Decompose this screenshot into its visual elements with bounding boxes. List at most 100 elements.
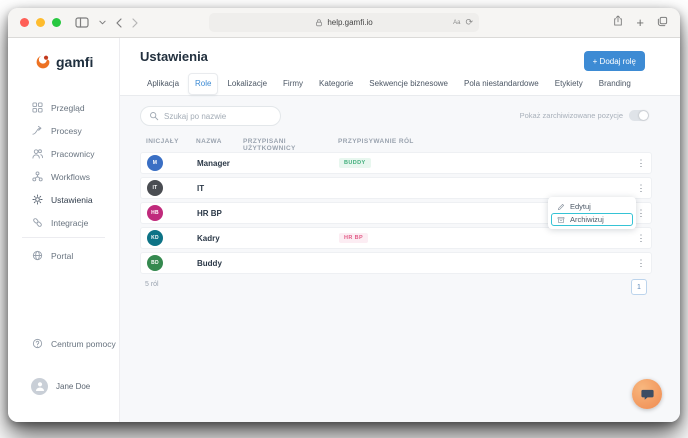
people-icon: [32, 149, 43, 159]
sidebar-item-label: Procesy: [51, 125, 82, 136]
column-actions: [628, 138, 652, 152]
tab-lokalizacje[interactable]: Lokalizacje: [220, 73, 274, 95]
grid-icon: [32, 102, 43, 113]
tab-firmy[interactable]: Firmy: [276, 73, 310, 95]
main-content: Ustawienia + Dodaj rolę Aplikacja Role L…: [120, 38, 680, 422]
sidebar: gamfi Przegląd Procesy Pracownicy Workfl…: [8, 38, 120, 422]
zoom-window-button[interactable]: [52, 18, 61, 27]
column-przypisywanie-rol: PRZYPISYWANIE RÓL: [338, 138, 414, 145]
role-avatar: M: [147, 155, 163, 171]
role-badge: BUDDY: [339, 158, 371, 168]
workflow-icon: [32, 171, 43, 182]
tab-kategorie[interactable]: Kategorie: [312, 73, 360, 95]
role-avatar: BD: [147, 255, 163, 271]
tabs-overview-icon[interactable]: [657, 14, 668, 32]
tab-sekwencje-biznesowe[interactable]: Sekwencje biznesowe: [362, 73, 455, 95]
sidebar-item-centrum-pomocy[interactable]: Centrum pomocy: [8, 332, 119, 355]
sidebar-item-pracownicy[interactable]: Pracownicy: [8, 142, 119, 165]
address-bar[interactable]: help.gamfi.io Aa ⟳: [209, 13, 479, 32]
flow-icon: [32, 125, 42, 135]
share-icon[interactable]: [613, 14, 623, 32]
sidebar-item-przeglad[interactable]: Przegląd: [8, 96, 119, 119]
archive-icon: [557, 216, 565, 223]
menu-item-label: Archiwizuj: [570, 215, 604, 224]
table-header: INICJAŁY NAZWA PRZYPISANI UŻYTKOWNICY PR…: [140, 138, 652, 152]
sidebar-item-label: Integracje: [51, 217, 89, 228]
forward-button[interactable]: [132, 17, 138, 28]
row-context-menu: Edytuj Archiwizuj: [548, 197, 636, 229]
search-box: [140, 106, 281, 126]
role-name: Kadry: [197, 233, 220, 243]
browser-window: help.gamfi.io Aa ⟳ + gamfi Przegląd Proc…: [8, 8, 680, 422]
sidebar-item-portal[interactable]: Portal: [8, 244, 119, 267]
person-icon: [35, 382, 44, 391]
sidebar-item-ustawienia[interactable]: Ustawienia: [8, 188, 119, 211]
url-text: help.gamfi.io: [327, 18, 373, 27]
reload-icon[interactable]: ⟳: [465, 17, 473, 28]
browser-toolbar: help.gamfi.io Aa ⟳ +: [8, 8, 680, 38]
help-icon: [32, 338, 43, 349]
chat-widget-button[interactable]: [632, 379, 662, 409]
add-role-button[interactable]: + Dodaj rolę: [583, 51, 645, 71]
translate-icon[interactable]: Aa: [453, 20, 460, 26]
gamfi-logo: gamfi: [35, 54, 93, 70]
sidebar-toggle-icon[interactable]: [75, 17, 89, 28]
column-nazwa: NAZWA: [196, 138, 222, 145]
search-input[interactable]: [164, 111, 272, 121]
sidebar-item-workflows[interactable]: Workflows: [8, 165, 119, 188]
tab-aplikacja[interactable]: Aplikacja: [140, 73, 186, 95]
role-avatar: IT: [147, 180, 163, 196]
app-frame: gamfi Przegląd Procesy Pracownicy Workfl…: [8, 38, 680, 422]
minimize-window-button[interactable]: [36, 18, 45, 27]
user-profile[interactable]: Jane Doe: [8, 374, 119, 398]
role-name: IT: [197, 183, 205, 193]
settings-tabs: Aplikacja Role Lokalizacje Firmy Kategor…: [140, 73, 638, 95]
row-menu-icon[interactable]: ⋮: [629, 233, 653, 243]
menu-item-archiwizuj[interactable]: Archiwizuj: [551, 213, 633, 226]
sidebar-item-label: Pracownicy: [51, 148, 95, 159]
row-menu-icon[interactable]: ⋮: [629, 158, 653, 168]
sidebar-item-label: Centrum pomocy: [51, 338, 116, 349]
toggle-knob: [639, 111, 648, 120]
role-name: Manager: [197, 158, 230, 168]
chevron-down-icon[interactable]: [99, 20, 106, 25]
role-avatar: HB: [147, 205, 163, 221]
table-row: IT IT ⋮: [140, 177, 652, 199]
logo-wordmark: gamfi: [56, 54, 94, 70]
tab-pola-niestandardowe[interactable]: Pola niestandardowe: [457, 73, 546, 95]
lock-icon: [316, 18, 323, 26]
menu-item-edytuj[interactable]: Edytuj: [551, 200, 633, 213]
table-row: M Manager BUDDY ⋮: [140, 152, 652, 174]
tab-etykiety[interactable]: Etykiety: [548, 73, 590, 95]
search-icon: [150, 112, 159, 121]
window-controls: [20, 18, 61, 27]
sidebar-item-procesy[interactable]: Procesy: [8, 119, 119, 142]
archived-filter: Pokaż zarchiwizowane pozycje: [520, 110, 649, 121]
table-row: KD Kadry HR BP ⋮: [140, 227, 652, 249]
pencil-icon: [558, 203, 564, 210]
archived-toggle[interactable]: [629, 110, 649, 121]
page-header: Ustawienia + Dodaj rolę Aplikacja Role L…: [120, 38, 680, 96]
table-row: BD Buddy ⋮: [140, 252, 652, 274]
role-name: Buddy: [197, 258, 222, 268]
back-button[interactable]: [116, 17, 122, 28]
close-window-button[interactable]: [20, 18, 29, 27]
link-icon: [33, 218, 42, 227]
sidebar-item-label: Ustawienia: [51, 194, 93, 205]
sidebar-item-integracje[interactable]: Integracje: [8, 211, 119, 234]
pagination-page-1[interactable]: 1: [631, 279, 647, 295]
menu-item-label: Edytuj: [570, 202, 591, 211]
sidebar-item-label: Przegląd: [51, 102, 85, 113]
tab-role[interactable]: Role: [188, 73, 219, 95]
tab-branding[interactable]: Branding: [592, 73, 638, 95]
row-menu-icon[interactable]: ⋮: [629, 183, 653, 193]
sidebar-item-label: Workflows: [51, 171, 91, 182]
new-tab-icon[interactable]: +: [636, 16, 644, 29]
sidebar-divider: [22, 237, 105, 238]
row-count-summary: 5 ról: [145, 281, 159, 288]
chat-bubble-icon: [640, 389, 654, 400]
row-menu-icon[interactable]: ⋮: [629, 258, 653, 268]
gamfi-logo-icon: [36, 55, 50, 69]
sidebar-nav: Przegląd Procesy Pracownicy Workflows Us…: [8, 96, 119, 234]
role-avatar: KD: [147, 230, 163, 246]
